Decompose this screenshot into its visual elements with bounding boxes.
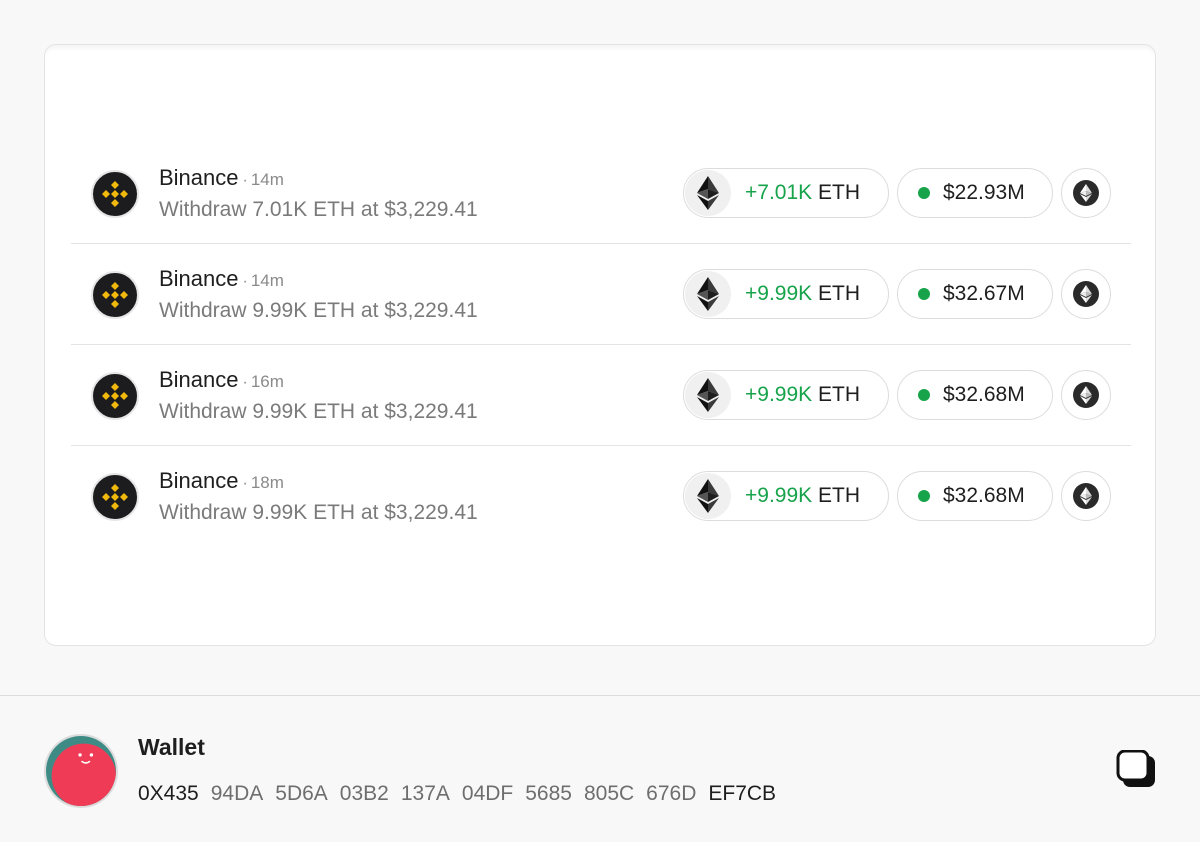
usd-value: $32.68M — [943, 484, 1025, 507]
address-group: 94DA — [210, 782, 264, 805]
copy-icon — [1116, 749, 1155, 787]
exchange-name[interactable]: Binance — [159, 266, 239, 291]
green-dot-icon — [918, 490, 930, 502]
ethereum-icon — [685, 271, 731, 317]
token-unit: ETH — [818, 484, 860, 507]
transaction-row[interactable]: Binance · 14m Withdraw 9.99K ETH at $3,229… — [71, 244, 1131, 345]
address-group: 5D6A — [275, 782, 328, 805]
green-dot-icon — [918, 389, 930, 401]
transaction-title: Binance · 16m — [159, 367, 284, 393]
transaction-list: Binance · 14m Withdraw 7.01K ETH at $3,229… — [71, 143, 1131, 547]
address-group: 805C — [583, 782, 635, 805]
separator-dot: · — [242, 475, 248, 492]
ethereum-chain-icon — [1073, 281, 1099, 307]
transaction-row[interactable]: Binance · 18m Withdraw 9.99K ETH at $3,229… — [71, 446, 1131, 547]
chain-button[interactable] — [1061, 370, 1111, 420]
exchange-name[interactable]: Binance — [159, 165, 239, 190]
binance-logo-icon — [91, 271, 139, 319]
separator-dot: · — [242, 172, 248, 189]
address-group: EF7CB — [708, 782, 777, 805]
separator-dot: · — [242, 374, 248, 391]
token-amount: +9.99K — [745, 484, 813, 507]
token-unit: ETH — [818, 181, 860, 204]
wallet-title: Wallet — [138, 734, 205, 760]
usd-value-pill[interactable]: $32.67M — [897, 269, 1053, 319]
transaction-title: Binance · 14m — [159, 165, 284, 191]
chain-button[interactable] — [1061, 168, 1111, 218]
ethereum-icon — [685, 170, 731, 216]
usd-value: $32.67M — [943, 282, 1025, 305]
ethereum-icon — [685, 372, 731, 418]
binance-logo-icon — [91, 372, 139, 420]
ethereum-icon — [685, 473, 731, 519]
address-group: 03B2 — [339, 782, 389, 805]
usd-value: $22.93M — [943, 181, 1025, 204]
address-group: 04DF — [461, 782, 514, 805]
usd-value-pill[interactable]: $32.68M — [897, 370, 1053, 420]
token-amount: +9.99K — [745, 282, 813, 305]
binance-logo-icon — [91, 170, 139, 218]
transaction-description: Withdraw 9.99K ETH at $3,229.41 — [159, 299, 478, 322]
usd-value-pill[interactable]: $22.93M — [897, 168, 1053, 218]
transaction-time: 14m — [250, 170, 284, 189]
green-dot-icon — [918, 187, 930, 199]
transaction-time: 14m — [250, 271, 284, 290]
transaction-time: 16m — [250, 372, 284, 391]
token-amount-pill[interactable]: +9.99K ETH — [683, 370, 889, 420]
transaction-description: Withdraw 7.01K ETH at $3,229.41 — [159, 198, 478, 221]
exchange-name[interactable]: Binance — [159, 468, 239, 493]
ethereum-chain-icon — [1073, 382, 1099, 408]
transaction-row[interactable]: Binance · 16m Withdraw 9.99K ETH at $3,229… — [71, 345, 1131, 446]
address-group: 0X435 — [138, 782, 199, 805]
transactions-card: Binance · 14m Withdraw 7.01K ETH at $3,229… — [44, 44, 1156, 646]
transaction-title: Binance · 18m — [159, 468, 284, 494]
chain-button[interactable] — [1061, 471, 1111, 521]
wallet-avatar-icon[interactable] — [44, 734, 118, 808]
token-amount: +7.01K — [745, 181, 813, 204]
copy-address-button[interactable] — [1116, 749, 1158, 790]
token-unit: ETH — [818, 383, 860, 406]
address-group: 5685 — [525, 782, 572, 805]
binance-logo-icon — [91, 473, 139, 521]
token-amount-pill[interactable]: +9.99K ETH — [683, 269, 889, 319]
ethereum-chain-icon — [1073, 180, 1099, 206]
token-amount-pill[interactable]: +9.99K ETH — [683, 471, 889, 521]
separator-dot: · — [242, 273, 248, 290]
usd-value: $32.68M — [943, 383, 1025, 406]
chain-button[interactable] — [1061, 269, 1111, 319]
token-amount: +9.99K — [745, 383, 813, 406]
transaction-time: 18m — [250, 473, 284, 492]
exchange-name[interactable]: Binance — [159, 367, 239, 392]
transaction-description: Withdraw 9.99K ETH at $3,229.41 — [159, 400, 478, 423]
wallet-address[interactable]: 0X435 94DA 5D6A 03B2 137A 04DF 5685 805C 676D EF7… — [138, 782, 788, 806]
transaction-description: Withdraw 9.99K ETH at $3,229.41 — [159, 501, 478, 524]
usd-value-pill[interactable]: $32.68M — [897, 471, 1053, 521]
wallet-footer: Wallet 0X435 94DA 5D6A 03B2 137A 04DF 5685 805C… — [0, 696, 1200, 842]
token-amount-pill[interactable]: +7.01K ETH — [683, 168, 889, 218]
address-group: 676D — [646, 782, 697, 805]
ethereum-chain-icon — [1073, 483, 1099, 509]
transaction-row[interactable]: Binance · 14m Withdraw 7.01K ETH at $3,229… — [71, 143, 1131, 244]
token-unit: ETH — [818, 282, 860, 305]
transaction-title: Binance · 14m — [159, 266, 284, 292]
green-dot-icon — [918, 288, 930, 300]
address-group: 137A — [400, 782, 450, 805]
